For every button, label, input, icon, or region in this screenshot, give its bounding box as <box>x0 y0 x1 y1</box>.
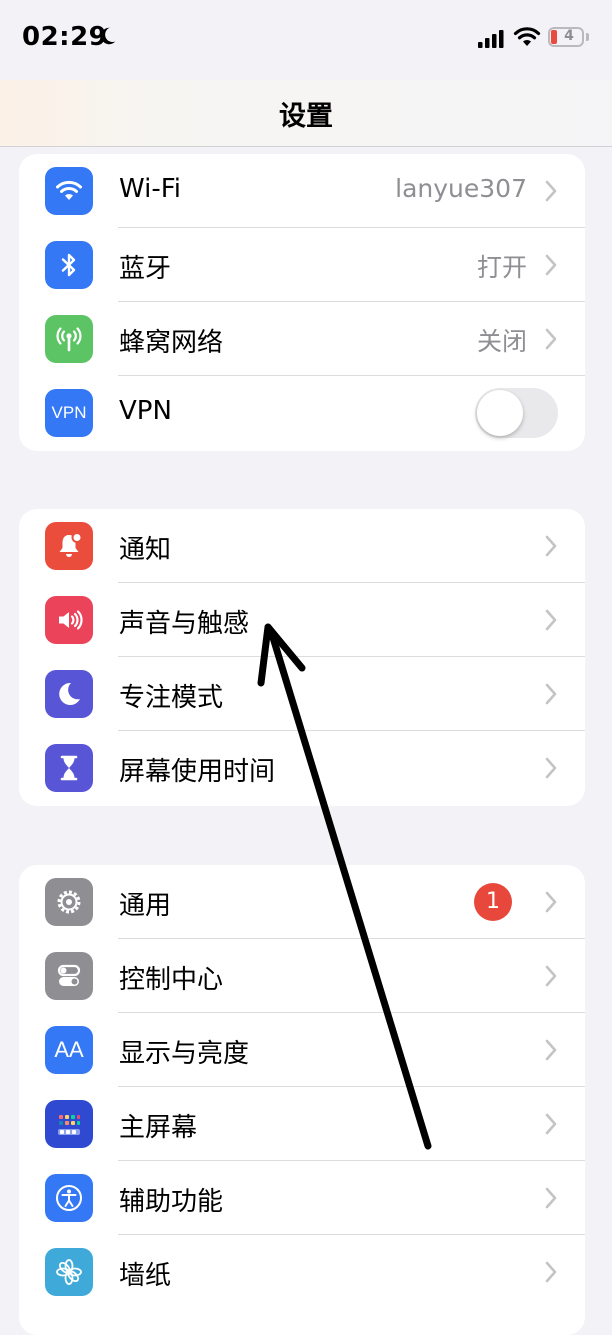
chevron-right-icon <box>545 254 557 276</box>
settings-group-connectivity: Wi-Fi lanyue307 蓝牙 打开 蜂窝网络 关闭 VPN VPN <box>19 154 585 451</box>
settings-row-general[interactable]: 通用 1 <box>19 865 585 939</box>
speaker-icon <box>45 596 93 644</box>
chevron-right-icon <box>545 1187 557 1209</box>
chevron-right-icon <box>545 891 557 913</box>
moon-icon <box>45 670 93 718</box>
home-grid-icon <box>45 1100 93 1148</box>
settings-row-vpn: VPN VPN <box>19 376 585 450</box>
row-label: Wi-Fi <box>119 174 182 204</box>
battery-icon: 4 <box>548 27 584 47</box>
row-label: 通知 <box>119 535 172 565</box>
accessibility-icon <box>45 1174 93 1222</box>
row-label: 屏幕使用时间 <box>119 757 276 787</box>
row-value: 打开 <box>476 253 527 282</box>
settings-row-focus[interactable]: 专注模式 <box>19 657 585 731</box>
bluetooth-icon <box>45 241 93 289</box>
moon-icon <box>100 27 116 45</box>
gear-icon <box>45 878 93 926</box>
switches-icon <box>45 952 93 1000</box>
settings-row-accessibility[interactable]: 辅助功能 <box>19 1161 585 1235</box>
settings-row-sounds-haptics[interactable]: 声音与触感 <box>19 583 585 657</box>
battery-level: 4 <box>564 28 574 44</box>
settings-row-display-brightness[interactable]: AA 显示与亮度 <box>19 1013 585 1087</box>
row-label: 辅助功能 <box>119 1187 224 1217</box>
settings-row-notifications[interactable]: 通知 <box>19 509 585 583</box>
row-label: 专注模式 <box>119 683 224 713</box>
row-label: VPN <box>119 396 172 426</box>
settings-group-general: 通用 1 控制中心 AA 显示与亮度 主屏幕 辅助功能 墙纸 <box>19 865 585 1335</box>
wifi-icon <box>45 167 93 215</box>
vpn-icon: VPN <box>45 389 93 437</box>
bell-icon <box>45 522 93 570</box>
chevron-right-icon <box>545 1113 557 1135</box>
cellular-antenna-icon <box>45 315 93 363</box>
page-title: 设置 <box>279 101 333 132</box>
notification-badge: 1 <box>474 883 512 921</box>
row-label: 蜂窝网络 <box>119 328 224 358</box>
settings-row-wallpaper[interactable]: 墙纸 <box>19 1235 585 1309</box>
row-label: 墙纸 <box>119 1261 172 1291</box>
settings-group-notifications: 通知 声音与触感 专注模式 屏幕使用时间 <box>19 509 585 806</box>
settings-row-home-screen[interactable]: 主屏幕 <box>19 1087 585 1161</box>
chevron-right-icon <box>545 609 557 631</box>
chevron-right-icon <box>545 1039 557 1061</box>
row-label: 通用 <box>119 891 172 921</box>
text-size-icon: AA <box>45 1026 93 1074</box>
row-value: lanyue307 <box>395 174 527 203</box>
chevron-right-icon <box>545 535 557 557</box>
vpn-toggle[interactable] <box>475 388 558 438</box>
row-label: 显示与亮度 <box>119 1039 250 1069</box>
wifi-icon <box>513 27 541 46</box>
chevron-right-icon <box>545 1261 557 1283</box>
row-label: 声音与触感 <box>119 609 250 639</box>
chevron-right-icon <box>545 757 557 779</box>
settings-row-bluetooth[interactable]: 蓝牙 打开 <box>19 228 585 302</box>
status-bar: 02:29 4 <box>0 0 612 80</box>
settings-row-cellular[interactable]: 蜂窝网络 关闭 <box>19 302 585 376</box>
row-value: 关闭 <box>476 327 527 356</box>
hourglass-icon <box>45 744 93 792</box>
status-time: 02:29 <box>22 22 108 52</box>
row-label: 主屏幕 <box>119 1113 198 1143</box>
cellular-signal-icon <box>478 30 504 48</box>
chevron-right-icon <box>545 965 557 987</box>
row-label: 蓝牙 <box>119 254 172 284</box>
chevron-right-icon <box>545 683 557 705</box>
settings-row-screen-time[interactable]: 屏幕使用时间 <box>19 731 585 805</box>
navigation-bar: 设置 <box>0 80 612 147</box>
settings-row-wifi[interactable]: Wi-Fi lanyue307 <box>19 154 585 228</box>
row-label: 控制中心 <box>119 965 224 995</box>
chevron-right-icon <box>545 180 557 202</box>
flower-icon <box>45 1248 93 1296</box>
settings-row-control-center[interactable]: 控制中心 <box>19 939 585 1013</box>
chevron-right-icon <box>545 328 557 350</box>
